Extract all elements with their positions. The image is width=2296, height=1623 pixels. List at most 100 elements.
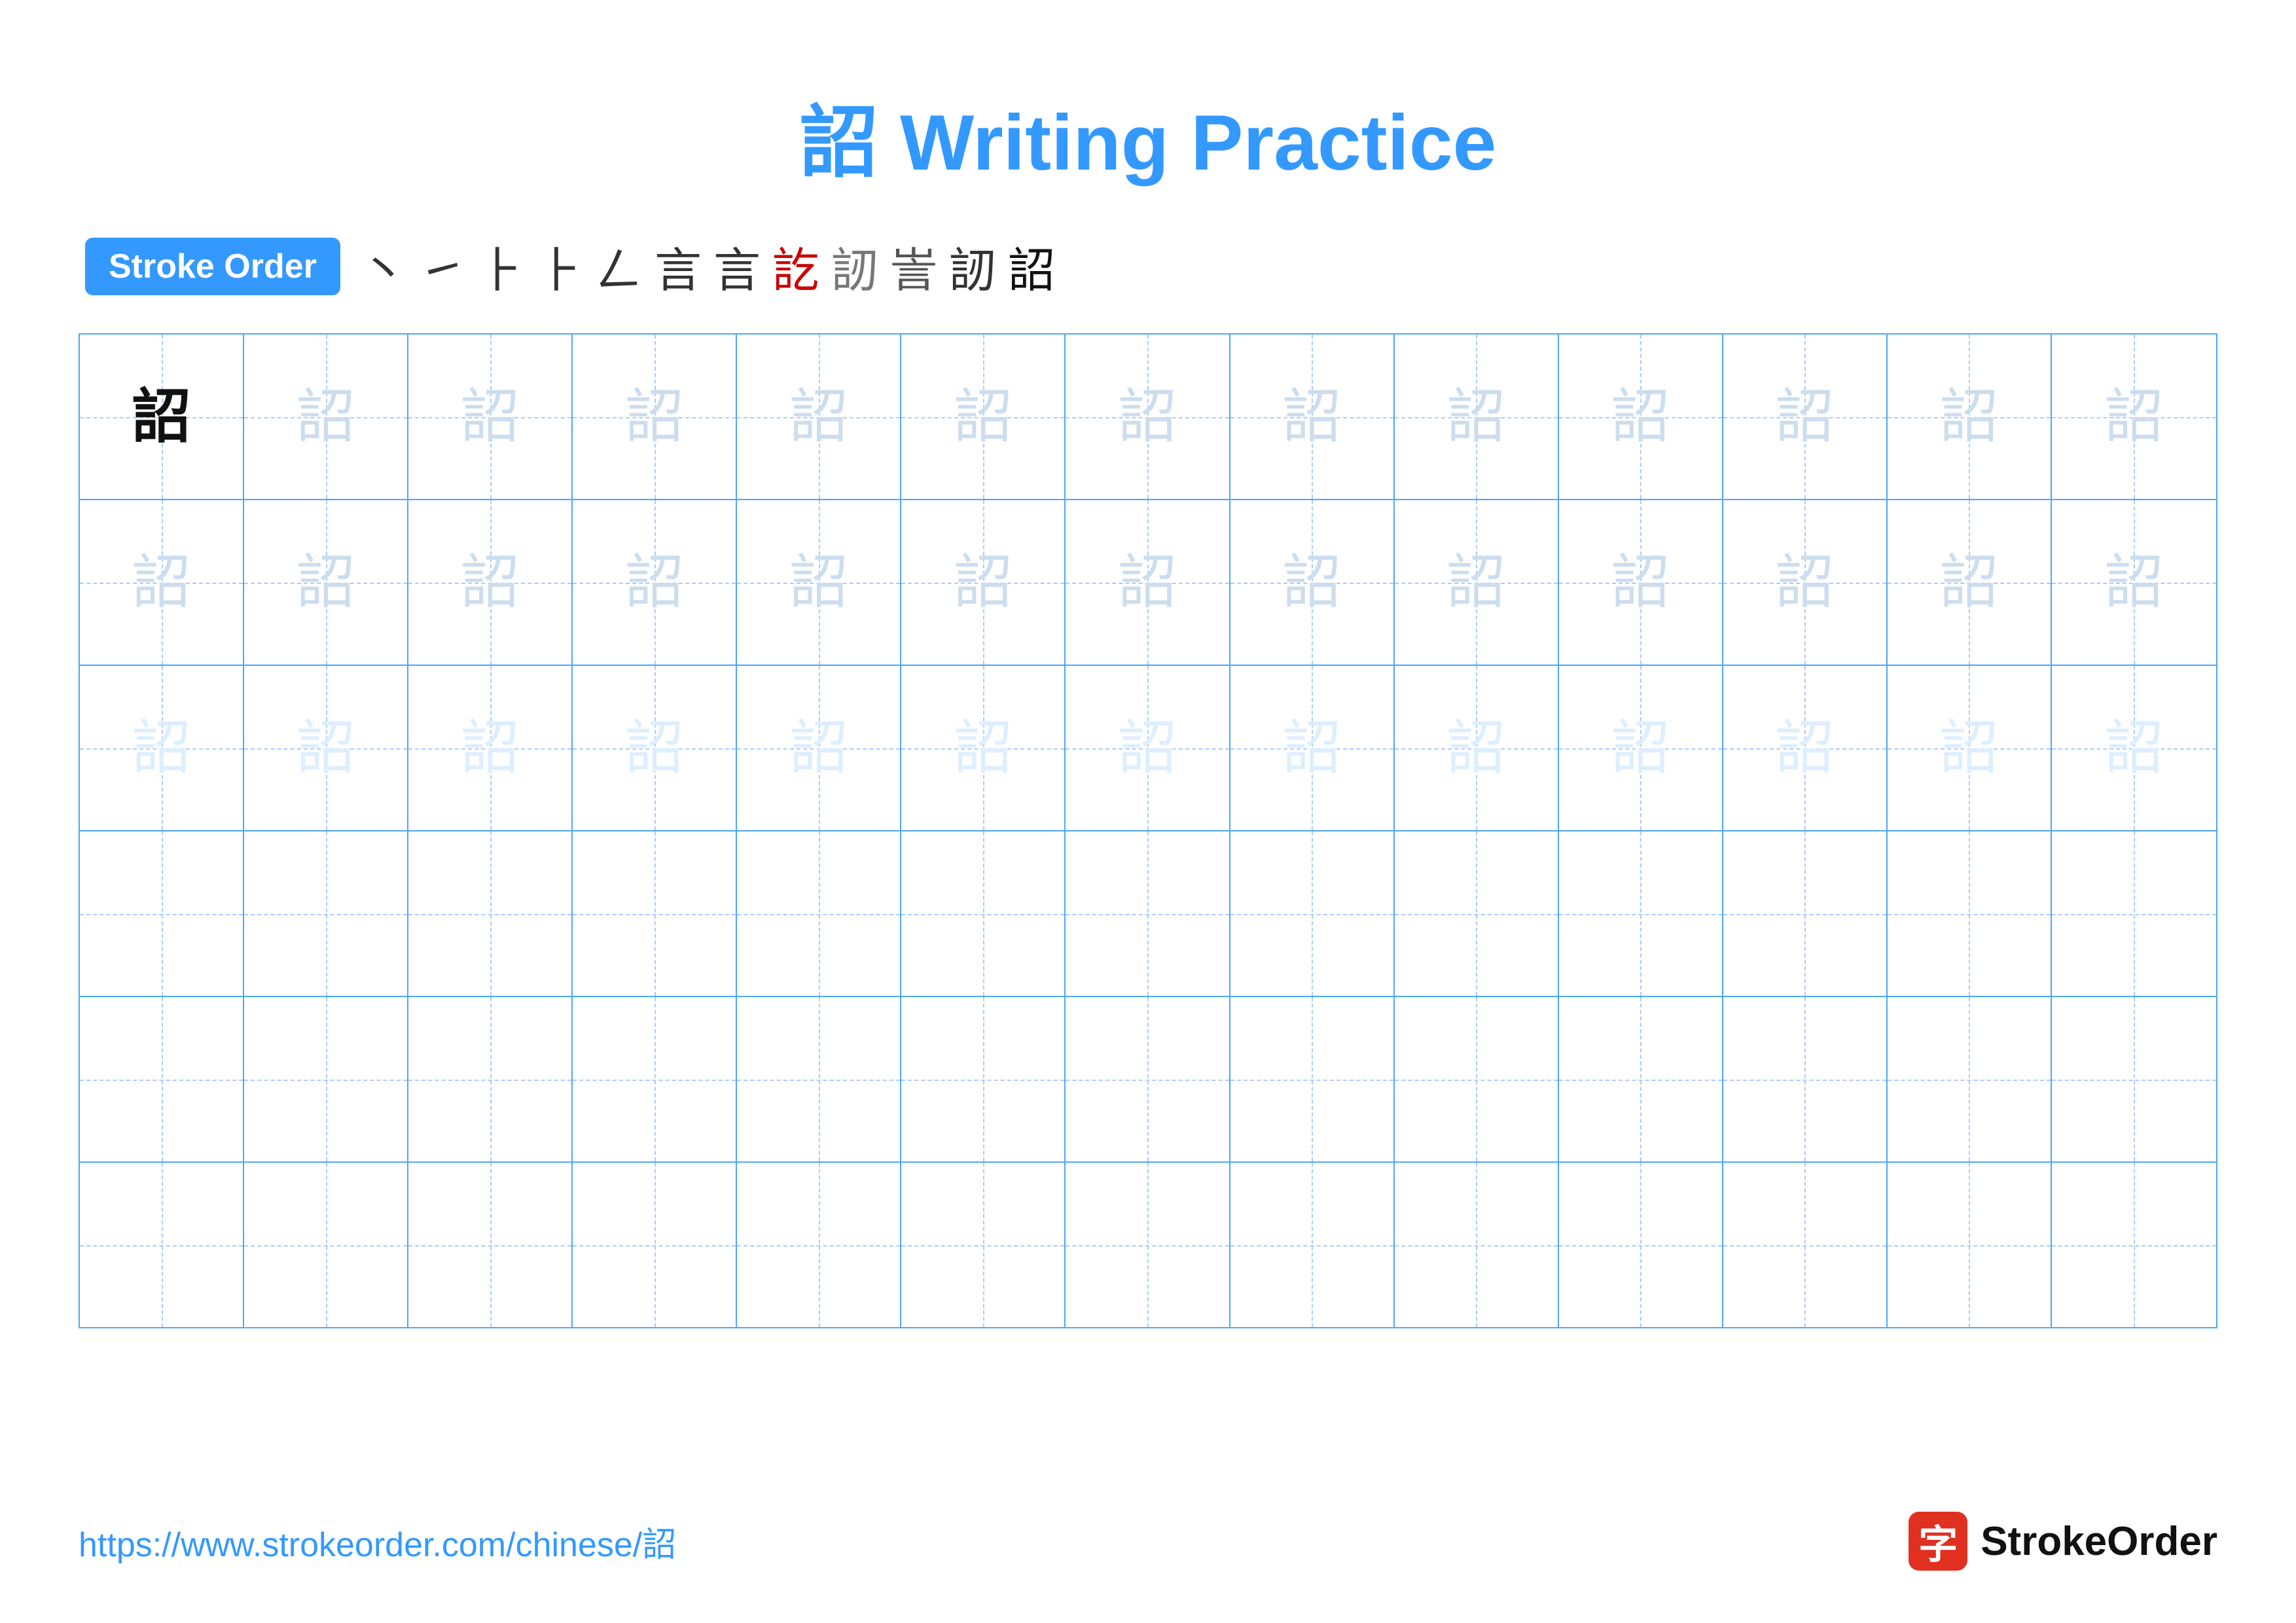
- grid-cell[interactable]: 詔: [408, 500, 573, 665]
- grid-cell[interactable]: 詔: [1559, 666, 1723, 830]
- grid-cell[interactable]: [244, 831, 408, 996]
- grid-cell[interactable]: 詔: [1230, 335, 1395, 499]
- grid-cell[interactable]: 詔: [1559, 500, 1723, 665]
- grid-cell[interactable]: [80, 997, 244, 1161]
- grid-cell[interactable]: 詔: [80, 500, 244, 665]
- char-lighter: 詔: [789, 719, 848, 778]
- char-dark: 詔: [132, 388, 191, 447]
- grid-cell[interactable]: 詔: [2052, 666, 2216, 830]
- grid-cell[interactable]: 詔: [1723, 335, 1888, 499]
- grid-cell[interactable]: 詔: [737, 666, 901, 830]
- grid-cell[interactable]: 詔: [1559, 335, 1723, 499]
- grid-cell[interactable]: [573, 831, 737, 996]
- grid-cell[interactable]: [1230, 997, 1395, 1161]
- footer-logo: 字 StrokeOrder: [1909, 1512, 2217, 1571]
- grid-cell[interactable]: 詔: [1888, 500, 2052, 665]
- grid-cell[interactable]: [1723, 997, 1888, 1161]
- stroke-chars: 丶 ㇀ ⺊ ⺊ 𠃋 言 言 訖 訒 訔 訒 詔: [360, 232, 1055, 301]
- grid-cell[interactable]: 詔: [573, 666, 737, 830]
- grid-cell[interactable]: 詔: [244, 666, 408, 830]
- grid-cell[interactable]: [1723, 1163, 1888, 1327]
- grid-cell[interactable]: 詔: [244, 500, 408, 665]
- grid-cell[interactable]: [1888, 1163, 2052, 1327]
- grid-cell[interactable]: 詔: [573, 500, 737, 665]
- grid-cell[interactable]: [408, 1163, 573, 1327]
- title-char: 詔: [800, 99, 878, 187]
- grid-cell[interactable]: 詔: [1395, 335, 1559, 499]
- grid-cell[interactable]: [1395, 1163, 1559, 1327]
- grid-cell[interactable]: [1395, 997, 1559, 1161]
- grid-cell[interactable]: 詔: [1066, 666, 1230, 830]
- char-lighter: 詔: [625, 719, 684, 778]
- char-light: 詔: [296, 553, 355, 612]
- grid-cell[interactable]: [1559, 831, 1723, 996]
- grid-cell[interactable]: 詔: [1723, 666, 1888, 830]
- char-light: 詔: [1118, 553, 1177, 612]
- grid-cell[interactable]: [80, 1163, 244, 1327]
- char-light: 詔: [789, 553, 848, 612]
- grid-cell[interactable]: 詔: [244, 335, 408, 499]
- grid-cell[interactable]: [901, 831, 1066, 996]
- grid-cell[interactable]: [1230, 831, 1395, 996]
- grid-cell[interactable]: [737, 997, 901, 1161]
- grid-cell[interactable]: 詔: [1723, 500, 1888, 665]
- grid-row-1: 詔 詔 詔 詔 詔 詔 詔 詔 詔 詔 詔 詔 詔: [80, 335, 2216, 500]
- grid-cell[interactable]: [2052, 1163, 2216, 1327]
- grid-cell[interactable]: 詔: [80, 666, 244, 830]
- grid-cell[interactable]: [901, 997, 1066, 1161]
- grid-cell[interactable]: 詔: [1230, 500, 1395, 665]
- stroke-5: 𠃋: [596, 232, 643, 301]
- grid-cell[interactable]: 詔: [901, 500, 1066, 665]
- stroke-order-row: Stroke Order 丶 ㇀ ⺊ ⺊ 𠃋 言 言 訖 訒 訔 訒 詔: [79, 232, 2217, 301]
- char-light: 詔: [1611, 388, 1670, 447]
- grid-cell[interactable]: 詔: [1888, 666, 2052, 830]
- grid-cell[interactable]: [1723, 831, 1888, 996]
- grid-cell[interactable]: [1395, 831, 1559, 996]
- grid-cell[interactable]: [244, 997, 408, 1161]
- grid-cell[interactable]: [1066, 831, 1230, 996]
- grid-cell[interactable]: [1559, 997, 1723, 1161]
- grid-cell[interactable]: 詔: [901, 335, 1066, 499]
- char-light: 詔: [954, 388, 1013, 447]
- stroke-11: 訒: [949, 232, 996, 301]
- grid-cell[interactable]: [737, 1163, 901, 1327]
- grid-cell[interactable]: 詔: [1230, 666, 1395, 830]
- char-light: 詔: [1775, 553, 1834, 612]
- grid-cell[interactable]: [573, 1163, 737, 1327]
- footer-url[interactable]: https://www.strokeorder.com/chinese/詔: [79, 1517, 676, 1566]
- grid-cell[interactable]: [1066, 1163, 1230, 1327]
- char-light: 詔: [1611, 553, 1670, 612]
- grid-cell[interactable]: [408, 997, 573, 1161]
- grid-cell[interactable]: [1888, 831, 2052, 996]
- grid-cell[interactable]: 詔: [737, 500, 901, 665]
- stroke-order-badge: Stroke Order: [85, 238, 340, 295]
- grid-cell[interactable]: 詔: [573, 335, 737, 499]
- grid-cell[interactable]: 詔: [737, 335, 901, 499]
- grid-cell[interactable]: 詔: [2052, 500, 2216, 665]
- grid-cell[interactable]: [2052, 831, 2216, 996]
- grid-cell[interactable]: 詔: [408, 666, 573, 830]
- grid-cell[interactable]: [573, 997, 737, 1161]
- grid-cell[interactable]: 詔: [901, 666, 1066, 830]
- grid-cell[interactable]: 詔: [1395, 500, 1559, 665]
- grid-cell[interactable]: 詔: [1066, 335, 1230, 499]
- grid-cell[interactable]: [1230, 1163, 1395, 1327]
- grid-cell[interactable]: [2052, 997, 2216, 1161]
- grid-cell[interactable]: 詔: [1066, 500, 1230, 665]
- grid-cell[interactable]: [1559, 1163, 1723, 1327]
- grid-cell[interactable]: 詔: [1888, 335, 2052, 499]
- grid-cell[interactable]: 詔: [1395, 666, 1559, 830]
- grid-cell[interactable]: 詔: [408, 335, 573, 499]
- grid-cell[interactable]: [408, 831, 573, 996]
- grid-cell[interactable]: [1066, 997, 1230, 1161]
- char-light: 詔: [461, 388, 520, 447]
- grid-row-2: 詔 詔 詔 詔 詔 詔 詔 詔 詔 詔 詔 詔 詔: [80, 500, 2216, 666]
- grid-cell[interactable]: [901, 1163, 1066, 1327]
- grid-cell[interactable]: [737, 831, 901, 996]
- grid-cell[interactable]: [1888, 997, 2052, 1161]
- grid-cell[interactable]: 詔: [80, 335, 244, 499]
- grid-cell[interactable]: [80, 831, 244, 996]
- grid-cell[interactable]: [244, 1163, 408, 1327]
- stroke-6: 言: [655, 232, 702, 301]
- grid-cell[interactable]: 詔: [2052, 335, 2216, 499]
